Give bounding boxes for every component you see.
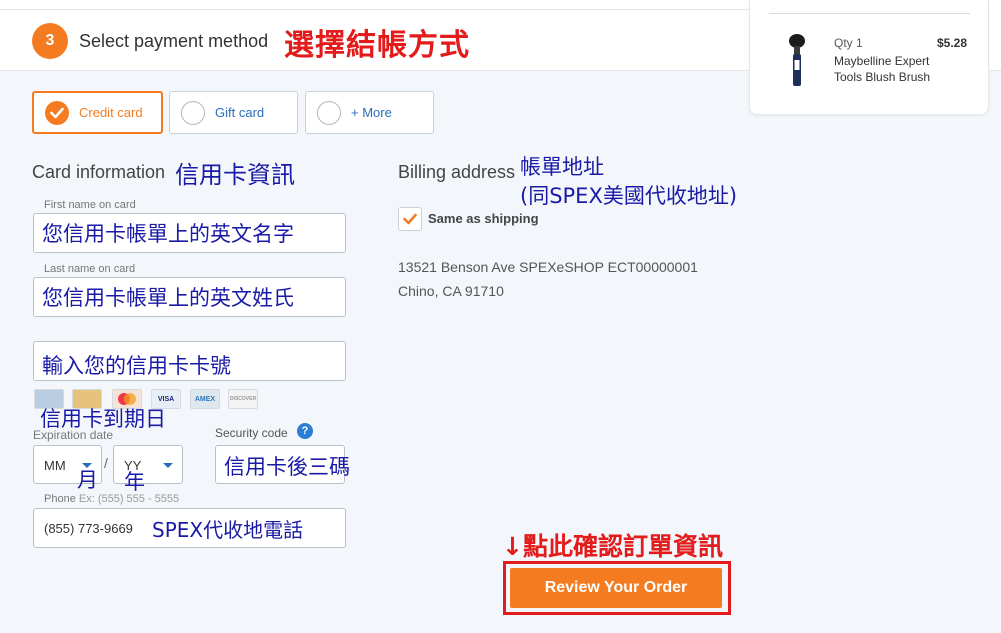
radio-icon xyxy=(317,100,341,125)
expiration-annotation: 信用卡到期日 xyxy=(40,407,166,431)
review-order-button[interactable]: Review Your Order xyxy=(510,568,722,608)
phone-input[interactable]: (855) 773-9669 SPEX代收地電話 xyxy=(33,508,346,548)
discover-icon: DISCOVER xyxy=(228,389,258,409)
product-name[interactable]: Maybelline Expert Tools Blush Brush xyxy=(834,53,944,85)
phone-label: Phone Ex: (555) 555 - 5555 xyxy=(44,493,179,505)
address-line-2: Chino, CA 91710 xyxy=(398,283,504,299)
tab-label: Gift card xyxy=(215,105,265,120)
tab-label: + More xyxy=(351,105,392,120)
card-info-title: Card information xyxy=(32,162,166,182)
tab-credit-card[interactable]: Credit card xyxy=(32,91,163,134)
address-line-1: 13521 Benson Ave SPEXeSHOP ECT00000001 xyxy=(398,259,698,275)
phone-value: (855) 773-9669 xyxy=(44,521,133,536)
amex-icon: AMEX xyxy=(190,389,220,409)
card-number-input[interactable]: 輸入您的信用卡卡號 xyxy=(33,341,346,381)
tab-gift-card[interactable]: Gift card xyxy=(169,91,298,134)
product-thumbnail[interactable] xyxy=(782,32,812,88)
step-number-badge: 3 xyxy=(32,23,68,59)
month-value: MM xyxy=(44,458,66,473)
first-name-input[interactable]: 您信用卡帳單上的英文名字 xyxy=(33,213,346,253)
order-qty: Qty 1 xyxy=(834,36,863,50)
review-annotation: ↓點此確認訂單資訊 xyxy=(502,532,723,561)
tab-more[interactable]: + More xyxy=(305,91,434,134)
security-code-label: Security code xyxy=(215,426,288,440)
first-name-label: First name on card xyxy=(44,199,136,211)
billing-annotation-line2: (同SPEX美國代收地址) xyxy=(520,184,738,208)
help-icon[interactable]: ? xyxy=(297,423,313,439)
same-as-shipping-label[interactable]: Same as shipping xyxy=(428,211,539,226)
radio-icon xyxy=(181,100,205,125)
billing-title: Billing address xyxy=(398,162,516,182)
last-name-input[interactable]: 您信用卡帳單上的英文姓氏 xyxy=(33,277,346,317)
order-summary-card: Qty 1 $5.28 Maybelline Expert Tools Blus… xyxy=(749,0,989,115)
phone-hint: Ex: (555) 555 - 5555 xyxy=(78,493,180,505)
month-annotation: 月 xyxy=(77,468,98,492)
first-name-annotation: 您信用卡帳單上的英文名字 xyxy=(42,222,294,246)
divider xyxy=(769,13,970,14)
check-icon xyxy=(45,100,69,125)
divider xyxy=(0,9,750,10)
order-price: $5.28 xyxy=(937,36,968,50)
step-title: Select payment method xyxy=(79,31,269,51)
same-as-shipping-checkbox[interactable] xyxy=(398,207,422,231)
last-name-label: Last name on card xyxy=(44,263,136,275)
phone-label-text: Phone xyxy=(44,493,76,505)
step-title-annotation: 選擇結帳方式 xyxy=(284,28,470,63)
security-code-annotation: 信用卡後三碼 xyxy=(224,455,350,479)
date-separator: / xyxy=(104,455,108,471)
phone-annotation: SPEX代收地電話 xyxy=(152,518,304,542)
chevron-down-icon xyxy=(163,463,173,468)
check-icon xyxy=(403,213,417,225)
security-code-input[interactable]: 信用卡後三碼 xyxy=(215,445,350,484)
tab-label: Credit card xyxy=(79,105,143,120)
last-name-annotation: 您信用卡帳單上的英文姓氏 xyxy=(42,286,294,310)
card-number-annotation: 輸入您的信用卡卡號 xyxy=(42,354,231,378)
billing-annotation-line1: 帳單地址 xyxy=(520,155,604,179)
card-info-annotation: 信用卡資訊 xyxy=(175,161,295,189)
year-annotation: 年 xyxy=(124,470,145,494)
